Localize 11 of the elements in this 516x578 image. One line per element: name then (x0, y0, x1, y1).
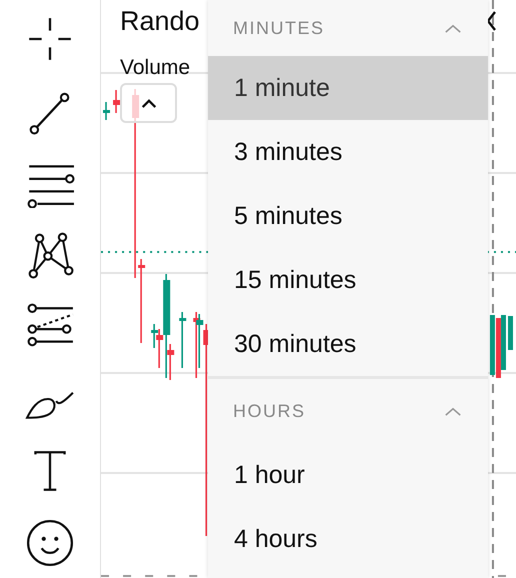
interval-option[interactable]: 3 minutes (208, 120, 488, 184)
interval-option[interactable]: 5 minutes (208, 184, 488, 248)
chart-title: Rando (120, 5, 200, 38)
section-title: MINUTES (233, 18, 324, 38)
volume-label: Volume (120, 55, 190, 81)
section-title: HOURS (233, 400, 306, 422)
interval-option[interactable]: 1 minute (208, 56, 488, 120)
interval-option[interactable]: 1 hour (208, 443, 488, 507)
interval-option[interactable]: 4 hours (208, 507, 488, 571)
interval-option[interactable]: 15 minutes (208, 248, 488, 312)
interval-option[interactable]: 30 minutes (208, 312, 488, 376)
